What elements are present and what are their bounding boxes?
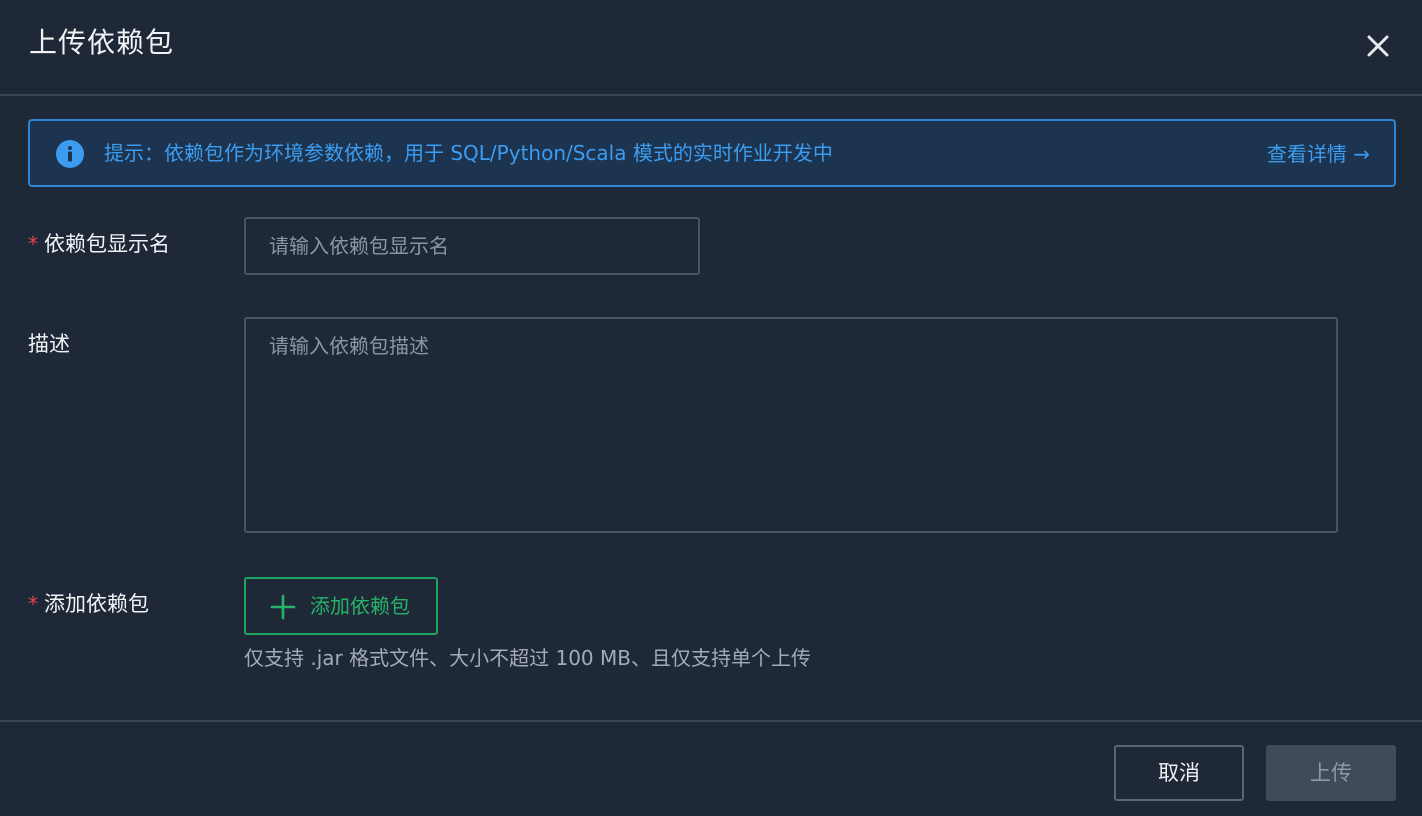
display-name-placeholder: 请输入依赖包显示名 [269, 234, 449, 258]
dialog-title: 上传依赖包 [29, 26, 175, 59]
close-button[interactable] [1362, 30, 1394, 62]
required-mark: * [28, 592, 38, 616]
view-details-link[interactable]: 查看详情 → [1267, 140, 1370, 168]
dialog-header: 上传依赖包 [0, 0, 1422, 96]
description-textarea[interactable]: 请输入依赖包描述 [244, 317, 1338, 533]
info-notice: 提示：依赖包作为环境参数依赖，用于 SQL/Python/Scala 模式的实时… [28, 119, 1396, 187]
cancel-button[interactable]: 取消 [1114, 745, 1244, 801]
close-icon [1367, 35, 1389, 57]
plus-icon [270, 594, 296, 620]
info-icon [56, 140, 84, 168]
display-name-label-text: 依赖包显示名 [44, 232, 170, 256]
footer-divider [0, 720, 1422, 722]
description-placeholder: 请输入依赖包描述 [269, 334, 429, 358]
display-name-input[interactable]: 请输入依赖包显示名 [244, 217, 700, 275]
display-name-label: * 依赖包显示名 [28, 229, 170, 259]
upload-button[interactable]: 上传 [1266, 745, 1396, 801]
add-package-button-label: 添加依赖包 [310, 594, 410, 618]
description-label: 描述 [28, 332, 70, 356]
upload-dependency-dialog: 上传依赖包 提示：依赖包作为环境参数依赖，用于 SQL/Python/Scala… [0, 0, 1422, 816]
notice-text: 提示：依赖包作为环境参数依赖，用于 SQL/Python/Scala 模式的实时… [104, 141, 833, 165]
upload-hint: 仅支持 .jar 格式文件、大小不超过 100 MB、且仅支持单个上传 [244, 646, 811, 670]
add-package-label-text: 添加依赖包 [44, 592, 149, 616]
add-package-button[interactable]: 添加依赖包 [244, 577, 438, 635]
required-mark: * [28, 232, 38, 256]
add-package-label: * 添加依赖包 [28, 589, 149, 619]
